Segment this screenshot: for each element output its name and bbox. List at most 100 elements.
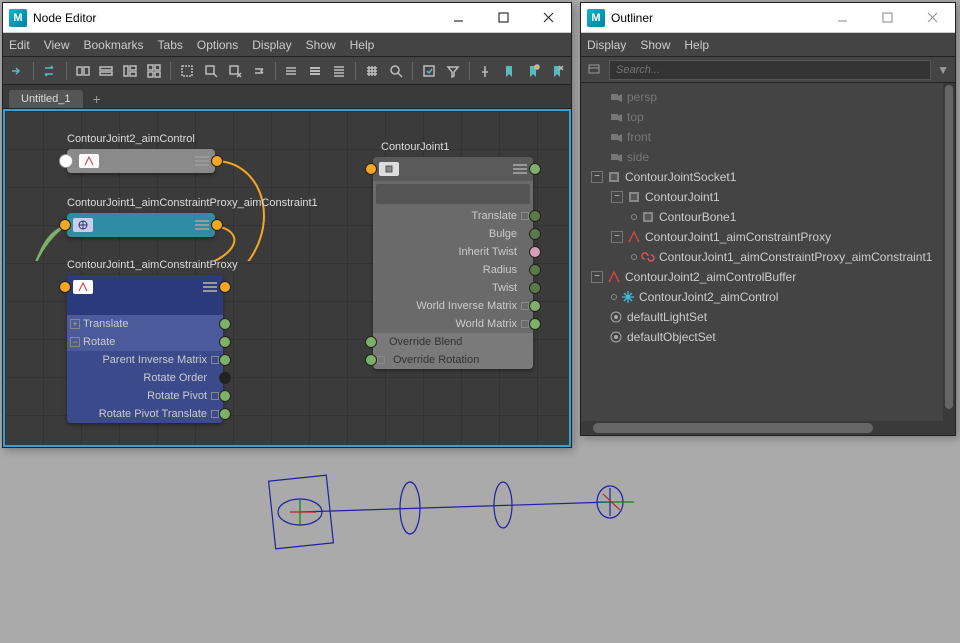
tab-untitled[interactable]: Untitled_1 (9, 90, 83, 108)
camera-top[interactable]: top (581, 107, 955, 127)
menubar: Display Show Help (581, 33, 955, 57)
attr-rotate-order[interactable]: Rotate Order (67, 369, 223, 387)
toolbar-lines1-icon[interactable] (282, 60, 302, 82)
minimize-button[interactable] (820, 3, 865, 32)
tree-lightset[interactable]: defaultLightSet (581, 307, 955, 327)
node-label: ContourJoint1_aimConstraintProxy (67, 259, 238, 271)
expand-icon[interactable] (203, 282, 217, 292)
toolbar-lines3-icon[interactable] (329, 60, 349, 82)
toolbar-remove-icon[interactable] (225, 60, 245, 82)
toolbar-layout2-icon[interactable] (96, 60, 116, 82)
node-aim-constraint-proxy[interactable]: +Translate −Rotate Parent Inverse Matrix… (67, 275, 223, 423)
menu-help[interactable]: Help (684, 38, 709, 52)
toolbar-lines2-icon[interactable] (305, 60, 325, 82)
menu-edit[interactable]: Edit (9, 38, 30, 52)
input-port[interactable] (59, 219, 71, 231)
titlebar[interactable]: M Outliner (581, 3, 955, 33)
menu-show[interactable]: Show (640, 38, 670, 52)
toolbar-swap-icon[interactable] (40, 60, 60, 82)
input-port[interactable] (365, 163, 377, 175)
transform-icon (73, 280, 93, 294)
titlebar[interactable]: M Node Editor (3, 3, 571, 33)
tree-socket[interactable]: −ContourJointSocket1 (581, 167, 955, 187)
minimize-button[interactable] (436, 3, 481, 32)
output-port[interactable] (219, 281, 231, 293)
close-button[interactable] (526, 3, 571, 32)
toolbar-filter-icon[interactable] (443, 60, 463, 82)
tree-constraint[interactable]: ContourJoint1_aimConstraintProxy_aimCons… (581, 247, 955, 267)
node-graph[interactable]: ContourJoint2_aimControl ContourJoint1_a… (3, 109, 571, 447)
attr-override-blend[interactable]: Override Blend (373, 333, 533, 351)
toolbar-bookmark1-icon[interactable] (499, 60, 519, 82)
menu-display[interactable]: Display (252, 38, 291, 52)
attr-translate[interactable]: Translate (373, 207, 533, 225)
node-contour-joint1[interactable]: Translate Bulge Inherit Twist Radius Twi… (373, 157, 533, 369)
search-input[interactable] (609, 60, 931, 80)
viewport-3d[interactable] (0, 450, 960, 640)
tree-joint1[interactable]: −ContourJoint1 (581, 187, 955, 207)
vertical-scrollbar[interactable] (943, 83, 955, 421)
output-port[interactable] (211, 219, 223, 231)
camera-persp[interactable]: persp (581, 87, 955, 107)
node-label: ContourJoint1 (381, 141, 450, 153)
expand-icon[interactable] (513, 164, 527, 174)
tab-add-button[interactable]: + (85, 90, 109, 108)
search-dropdown-icon[interactable]: ▼ (937, 63, 949, 77)
attr-inherit-twist[interactable]: Inherit Twist (373, 243, 533, 261)
toolbar-pin-icon[interactable] (475, 60, 495, 82)
close-button[interactable] (910, 3, 955, 32)
tree-control[interactable]: ContourJoint2_aimControl (581, 287, 955, 307)
expand-icon[interactable] (195, 156, 209, 166)
tree-objectset[interactable]: defaultObjectSet (581, 327, 955, 347)
toolbar-grid-icon[interactable] (362, 60, 382, 82)
horizontal-scrollbar[interactable] (581, 421, 955, 435)
output-port[interactable] (211, 155, 223, 167)
search-row: ▼ (581, 57, 955, 83)
expand-icon[interactable] (195, 220, 209, 230)
tree-buffer[interactable]: −ContourJoint2_aimControlBuffer (581, 267, 955, 287)
toolbar-select-icon[interactable] (177, 60, 197, 82)
menu-tabs[interactable]: Tabs (158, 38, 183, 52)
toolbar-bookmark3-icon[interactable] (547, 60, 567, 82)
attr-rotate-pivot-translate[interactable]: Rotate Pivot Translate (67, 405, 223, 423)
tree-proxy[interactable]: −ContourJoint1_aimConstraintProxy (581, 227, 955, 247)
toolbar-bookmark2-icon[interactable] (523, 60, 543, 82)
menu-help[interactable]: Help (350, 38, 375, 52)
node-aim-constraint[interactable] (67, 213, 215, 237)
node-aim-control[interactable] (67, 149, 215, 173)
toolbar-layout4-icon[interactable] (144, 60, 164, 82)
toolbar-input-icon[interactable] (7, 60, 27, 82)
toolbar-collapse-icon[interactable] (249, 60, 269, 82)
search-mode-icon[interactable] (587, 62, 603, 78)
attr-translate[interactable]: +Translate (67, 315, 223, 333)
attr-parent-inverse-matrix[interactable]: Parent Inverse Matrix (67, 351, 223, 369)
menu-display[interactable]: Display (587, 38, 626, 52)
maximize-button[interactable] (481, 3, 526, 32)
attr-rotate[interactable]: −Rotate (67, 333, 223, 351)
attr-rotate-pivot[interactable]: Rotate Pivot (67, 387, 223, 405)
toolbar-add-icon[interactable] (201, 60, 221, 82)
toolbar-search-icon[interactable] (386, 60, 406, 82)
attr-world-inverse-matrix[interactable]: World Inverse Matrix (373, 297, 533, 315)
toolbar-layout1-icon[interactable] (73, 60, 93, 82)
attr-radius[interactable]: Radius (373, 261, 533, 279)
joint-icon (379, 162, 399, 176)
attr-twist[interactable]: Twist (373, 279, 533, 297)
camera-front[interactable]: front (581, 127, 955, 147)
toolbar-layout3-icon[interactable] (120, 60, 140, 82)
toolbar-sync-icon[interactable] (419, 60, 439, 82)
attr-override-rotation[interactable]: Override Rotation (373, 351, 533, 369)
maximize-button[interactable] (865, 3, 910, 32)
attr-world-matrix[interactable]: World Matrix (373, 315, 533, 333)
output-port[interactable] (529, 163, 541, 175)
tree-bone1[interactable]: ContourBone1 (581, 207, 955, 227)
menu-show[interactable]: Show (306, 38, 336, 52)
outliner-tree[interactable]: persp top front side −ContourJointSocket… (581, 83, 955, 421)
menu-bookmarks[interactable]: Bookmarks (83, 38, 143, 52)
menu-options[interactable]: Options (197, 38, 238, 52)
transform-icon (79, 154, 99, 168)
attr-bulge[interactable]: Bulge (373, 225, 533, 243)
camera-side[interactable]: side (581, 147, 955, 167)
input-port[interactable] (59, 281, 71, 293)
menu-view[interactable]: View (44, 38, 70, 52)
